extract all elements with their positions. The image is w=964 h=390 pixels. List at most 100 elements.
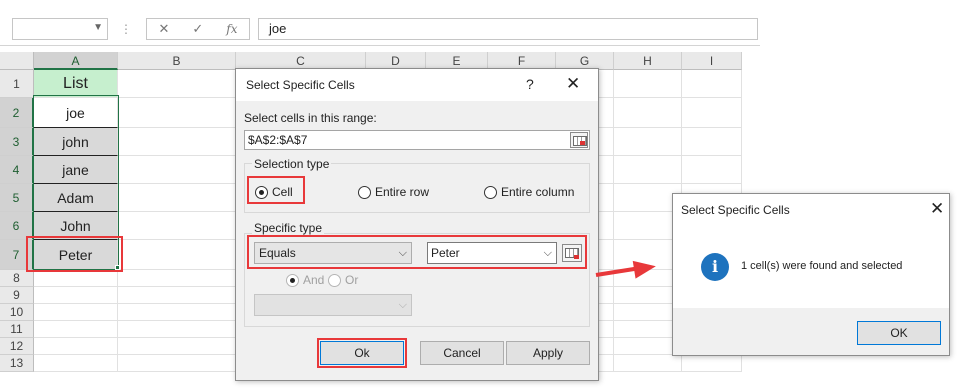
radio-or[interactable]: Or (328, 273, 358, 287)
condition-select-1[interactable]: Equals ⌵ (254, 242, 412, 264)
range-picker-icon[interactable] (570, 132, 588, 148)
list-item[interactable]: jane (34, 156, 118, 184)
cell[interactable] (614, 70, 682, 98)
cell[interactable] (614, 156, 682, 184)
formula-input[interactable]: joe (258, 18, 758, 40)
column-header-i[interactable]: I (682, 52, 742, 70)
name-box[interactable]: ▼ (12, 18, 108, 40)
cancel-button[interactable]: Cancel (420, 341, 504, 365)
cell[interactable] (614, 128, 682, 156)
row-header-12[interactable]: 12 (0, 338, 34, 355)
column-header-b[interactable]: B (118, 52, 236, 70)
value-input-1-value: Peter (431, 246, 460, 260)
condition-select-2[interactable]: ⌵ (254, 294, 412, 316)
list-item[interactable] (34, 338, 118, 355)
radio-entire-column[interactable]: Entire column (484, 185, 574, 199)
row-header-9[interactable]: 9 (0, 287, 34, 304)
insert-function-icon[interactable]: fx (226, 22, 237, 36)
fill-handle[interactable] (115, 265, 120, 270)
row-header-2[interactable]: 2 (0, 98, 34, 128)
cell[interactable] (118, 240, 236, 270)
column-header-a[interactable]: A (34, 52, 118, 70)
range-input[interactable]: $A$2:$A$7 (244, 130, 590, 150)
radio-entire-column-label: Entire column (501, 185, 575, 199)
cell[interactable] (118, 70, 236, 98)
radio-icon (484, 185, 497, 199)
arrow-head-icon (632, 257, 658, 279)
cell[interactable] (682, 98, 742, 128)
cell[interactable] (614, 98, 682, 128)
select-specific-cells-dialog: Select Specific Cells ? ✕ Select cells i… (235, 68, 599, 381)
list-item[interactable]: joe (34, 98, 118, 128)
range-label: Select cells in this range: (244, 111, 377, 125)
range-value: $A$2:$A$7 (248, 133, 308, 147)
dialog-title: Select Specific Cells (246, 78, 355, 92)
apply-button[interactable]: Apply (506, 341, 590, 365)
list-item[interactable]: Peter (34, 240, 118, 270)
close-icon[interactable]: ✕ (566, 74, 580, 94)
result-ok-button[interactable]: OK (857, 321, 941, 345)
cell[interactable] (118, 98, 236, 128)
formula-buttons: ✕ ✓ fx (146, 18, 250, 40)
chevron-down-icon[interactable]: ▼ (93, 22, 103, 33)
result-dialog-title: Select Specific Cells (681, 203, 790, 217)
radio-selected-icon (286, 273, 299, 287)
cell[interactable] (118, 321, 236, 338)
cell[interactable] (118, 270, 236, 287)
cell[interactable] (682, 355, 742, 372)
radio-icon (358, 185, 371, 199)
ok-button[interactable]: Ok (320, 341, 404, 365)
row-header-1[interactable]: 1 (0, 70, 34, 98)
list-item[interactable] (34, 270, 118, 287)
row-header-7[interactable]: 7 (0, 240, 34, 270)
row-header-3[interactable]: 3 (0, 128, 34, 156)
cell[interactable] (682, 70, 742, 98)
value-input-1[interactable]: Peter ⌵ (427, 242, 557, 264)
list-item[interactable] (34, 355, 118, 372)
result-dialog-body: Select Specific Cells ✕ i 1 cell(s) were… (673, 194, 949, 308)
cell[interactable] (682, 156, 742, 184)
list-item[interactable] (34, 304, 118, 321)
radio-cell[interactable]: Cell (255, 185, 293, 199)
result-message: 1 cell(s) were found and selected (741, 260, 903, 272)
cell[interactable] (118, 184, 236, 212)
list-item[interactable]: Adam (34, 184, 118, 212)
radio-icon (328, 273, 341, 287)
row-header-11[interactable]: 11 (0, 321, 34, 338)
cell[interactable] (118, 156, 236, 184)
cell[interactable] (614, 355, 682, 372)
cell[interactable] (118, 304, 236, 321)
column-header-h[interactable]: H (614, 52, 682, 70)
cell[interactable] (682, 128, 742, 156)
close-icon[interactable]: ✕ (930, 199, 944, 219)
dialog-titlebar: Select Specific Cells ? ✕ (236, 69, 598, 101)
row-header-13[interactable]: 13 (0, 355, 34, 372)
list-item[interactable] (34, 287, 118, 304)
cancel-icon[interactable]: ✕ (158, 21, 169, 37)
select-all-corner[interactable] (0, 52, 34, 70)
row-header-8[interactable]: 8 (0, 270, 34, 287)
row-header-6[interactable]: 6 (0, 212, 34, 240)
cell[interactable] (118, 338, 236, 355)
value-picker-icon[interactable] (562, 244, 582, 262)
list-item[interactable]: John (34, 212, 118, 240)
row-header-4[interactable]: 4 (0, 156, 34, 184)
row-header-10[interactable]: 10 (0, 304, 34, 321)
cell[interactable] (118, 287, 236, 304)
radio-and[interactable]: And (286, 273, 324, 287)
help-icon[interactable]: ? (526, 76, 534, 92)
list-header-cell[interactable]: List (34, 70, 118, 98)
condition-select-1-value: Equals (259, 246, 296, 260)
enter-icon[interactable]: ✓ (192, 21, 203, 37)
radio-entire-row[interactable]: Entire row (358, 185, 429, 199)
specific-type-label: Specific type (252, 221, 325, 235)
row-header-5[interactable]: 5 (0, 184, 34, 212)
list-item[interactable]: john (34, 128, 118, 156)
radio-cell-label: Cell (272, 185, 293, 199)
info-icon: i (701, 253, 729, 281)
cell[interactable] (118, 128, 236, 156)
list-item[interactable] (34, 321, 118, 338)
cell[interactable] (118, 212, 236, 240)
cell[interactable] (118, 355, 236, 372)
radio-and-label: And (303, 273, 325, 287)
